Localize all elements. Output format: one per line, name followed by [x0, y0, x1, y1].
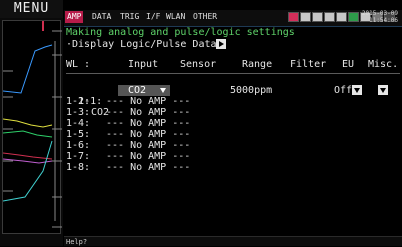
help-bar: Help? — [64, 236, 402, 246]
usb-icon — [324, 12, 335, 22]
row-no-amp: --- No AMP --- — [106, 129, 191, 140]
row-id: 1-7: — [66, 151, 91, 162]
wlan-icon — [348, 12, 359, 22]
tab-amp[interactable]: AMP — [65, 11, 84, 23]
left-panel: MENU — [0, 0, 63, 246]
table-row: 1-6: --- No AMP --- — [66, 140, 190, 151]
table-row: 1-2: --- No AMP --- — [66, 96, 190, 107]
table-row: 1-1: CO2 — [66, 85, 109, 118]
menu-button[interactable]: MENU — [0, 0, 63, 18]
clock-date: 2015-03-09 — [361, 10, 398, 17]
row-id: 1-4: — [66, 118, 91, 129]
col-sensor: Sensor — [180, 59, 217, 70]
row-no-amp: --- No AMP --- — [106, 151, 191, 162]
eu-value[interactable]: Off — [334, 85, 352, 96]
row-id: 1-6: — [66, 140, 91, 151]
row-no-amp: --- No AMP --- — [106, 118, 191, 129]
tab-data[interactable]: DATA — [90, 11, 113, 23]
col-input: Input — [128, 59, 159, 70]
storage-icon — [336, 12, 347, 22]
chevron-down-icon — [160, 88, 166, 93]
table-row: 1-7: --- No AMP --- — [66, 151, 190, 162]
col-eu: EU — [342, 59, 355, 70]
table-row: 1-3: --- No AMP --- — [66, 107, 190, 118]
row-id: 1-8: — [66, 162, 91, 173]
input-select[interactable]: CO2 — [118, 85, 170, 96]
row-id: 1-2: — [66, 96, 91, 107]
col-filter: Filter — [290, 59, 327, 70]
table-row: 1-4: --- No AMP --- — [66, 118, 190, 129]
misc-dropdown-icon[interactable] — [378, 85, 388, 95]
display-logic-pulse-button[interactable] — [216, 39, 226, 49]
tab-trig[interactable]: TRIG — [118, 11, 141, 23]
memory-icon — [300, 12, 311, 22]
row-id: 1-5: — [66, 129, 91, 140]
input-select-value: CO2 — [128, 85, 147, 96]
tab-wlan[interactable]: WLAN — [164, 11, 187, 23]
display-logic-pulse-link[interactable]: ·Display Logic/Pulse Data — [66, 39, 217, 50]
table-row: 1-5: --- No AMP --- — [66, 129, 190, 140]
col-wl: WL : — [66, 59, 91, 70]
clock-time: 11:54:06 — [369, 17, 398, 24]
row-no-amp: --- No AMP --- — [106, 107, 191, 118]
mini-waveform-plot — [2, 20, 62, 234]
range-value[interactable]: 5000ppm — [230, 85, 272, 96]
eu-dropdown-icon[interactable] — [352, 85, 362, 95]
tab-if[interactable]: I/F — [144, 11, 162, 23]
clock: 2015-03-09 11:54:06 — [362, 10, 398, 24]
table-row: 1-8: --- No AMP --- — [66, 162, 190, 173]
sd-card-icon — [312, 12, 323, 22]
row-no-amp: --- No AMP --- — [106, 96, 191, 107]
header-divider — [66, 73, 400, 74]
tab-other[interactable]: OTHER — [191, 11, 219, 23]
page-title: Making analog and pulse/logic settings — [66, 27, 295, 38]
col-range: Range — [242, 59, 273, 70]
row-id: 1-3: — [66, 107, 91, 118]
row-no-amp: --- No AMP --- — [106, 140, 191, 151]
top-bar: AMP DATA TRIG I/F WLAN OTHER 2015-03-09 … — [64, 10, 402, 27]
row-no-amp: --- No AMP --- — [106, 162, 191, 173]
col-misc: Misc. — [368, 59, 399, 70]
signal-icon — [288, 12, 299, 22]
